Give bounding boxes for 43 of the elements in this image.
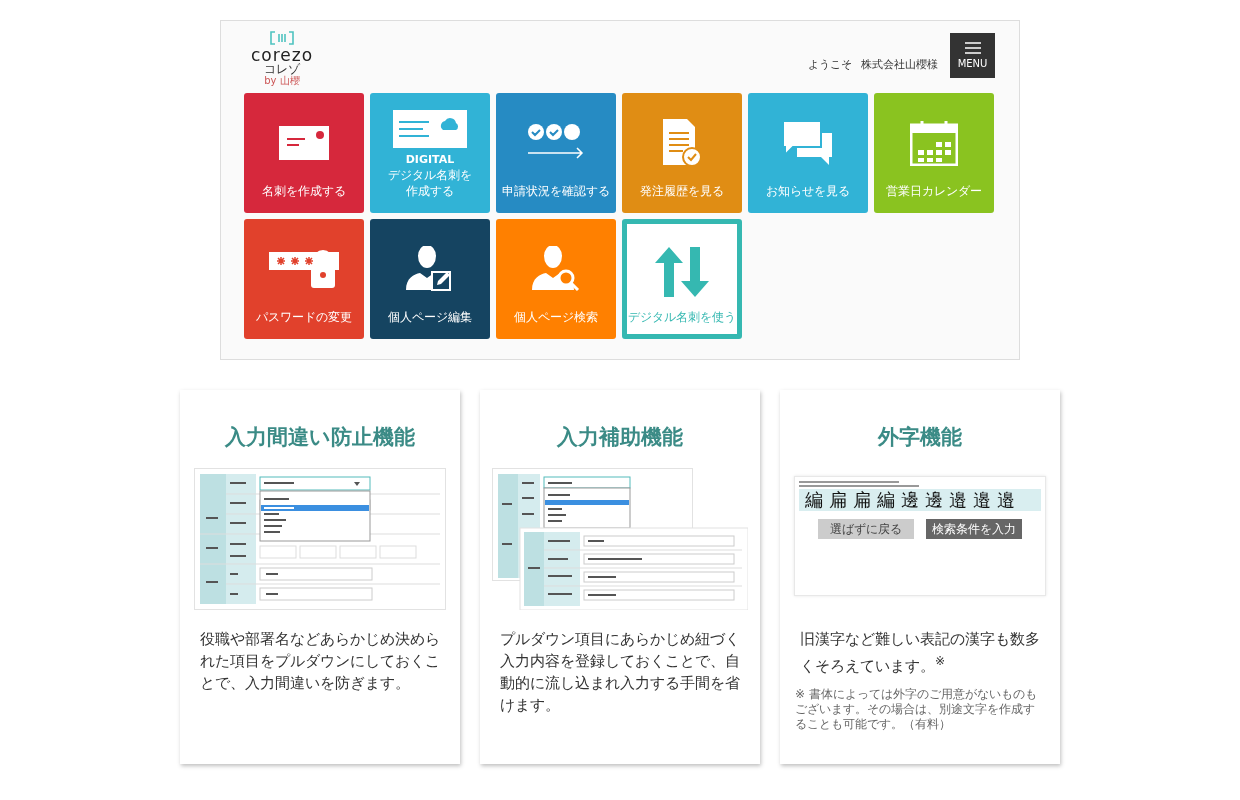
menu-icon: [964, 42, 981, 54]
menu-tile[interactable]: お知らせを見る: [748, 93, 868, 213]
password-lock-icon: [269, 248, 339, 290]
footnote-text: ※ 書体によっては外字のご用意がないものもございます。その場合は、別途文字を作成することも可能です。（有料）: [795, 686, 1038, 732]
logo-icon: [270, 31, 294, 45]
welcome-text: ようこそ: [808, 57, 852, 72]
feature-description: プルダウン項目にあらかじめ紐づく入力内容を登録しておくことで、自動的に流し込まれ入力する手間を省けます。: [500, 630, 740, 715]
logo-wordmark: corezo: [250, 47, 314, 63]
kanji-glyph: 邊: [900, 490, 920, 510]
menu-tile[interactable]: 名刺を作成する: [244, 93, 364, 213]
business-card-icon: [279, 126, 329, 160]
feature-title: 入力間違い防止機能: [225, 424, 415, 450]
feature-title: 外字機能: [878, 424, 962, 450]
chat-bubbles-icon: [783, 121, 833, 165]
business-card-cloud-icon: [393, 109, 467, 148]
logo-subtitle: コレゾ: [264, 63, 300, 75]
menu-tile[interactable]: DIGITAL デジタル名刺を作成する: [370, 93, 490, 213]
person-search-icon: [532, 246, 580, 292]
person-edit-icon: [406, 246, 454, 292]
menu-tile[interactable]: 営業日カレンダー: [874, 93, 994, 213]
feature-description: 旧漢字など難しい表記の漢字も数多くそろえています。$^{※}$: [800, 630, 1040, 676]
menu-button[interactable]: MENU: [950, 33, 995, 78]
kanji-glyph: 邉: [996, 490, 1016, 510]
kanji-glyph: 編: [876, 490, 896, 510]
menu-tile[interactable]: 個人ページ編集: [370, 219, 490, 339]
up-down-arrows-icon: [655, 246, 709, 297]
kanji-glyph: 邊: [924, 490, 944, 510]
feature-title: 入力補助機能: [557, 424, 683, 450]
menu-tile[interactable]: 申請状況を確認する: [496, 93, 616, 213]
menu-tile[interactable]: パスワードの変更: [244, 219, 364, 339]
document-check-icon: [663, 119, 701, 167]
kanji-glyph: 扁: [852, 490, 872, 510]
menu-tile[interactable]: 発注履歴を見る: [622, 93, 742, 213]
kanji-glyph: 邉: [972, 490, 992, 510]
company-name: 株式会社山櫻様: [861, 57, 938, 72]
kanji-glyph: 編: [804, 490, 824, 510]
menu-tile[interactable]: 個人ページ検索: [496, 219, 616, 339]
logo-maker: by 山櫻: [264, 75, 300, 86]
kanji-glyph: 扁: [828, 490, 848, 510]
calendar-icon: [910, 120, 958, 166]
menu-tile[interactable]: デジタル名刺を使う: [622, 219, 742, 339]
feature-description: 役職や部署名などあらかじめ決められた項目をプルダウンにしておくことで、入力間違いを防ぎます。: [200, 630, 440, 693]
kanji-glyph: 邉: [948, 490, 968, 510]
